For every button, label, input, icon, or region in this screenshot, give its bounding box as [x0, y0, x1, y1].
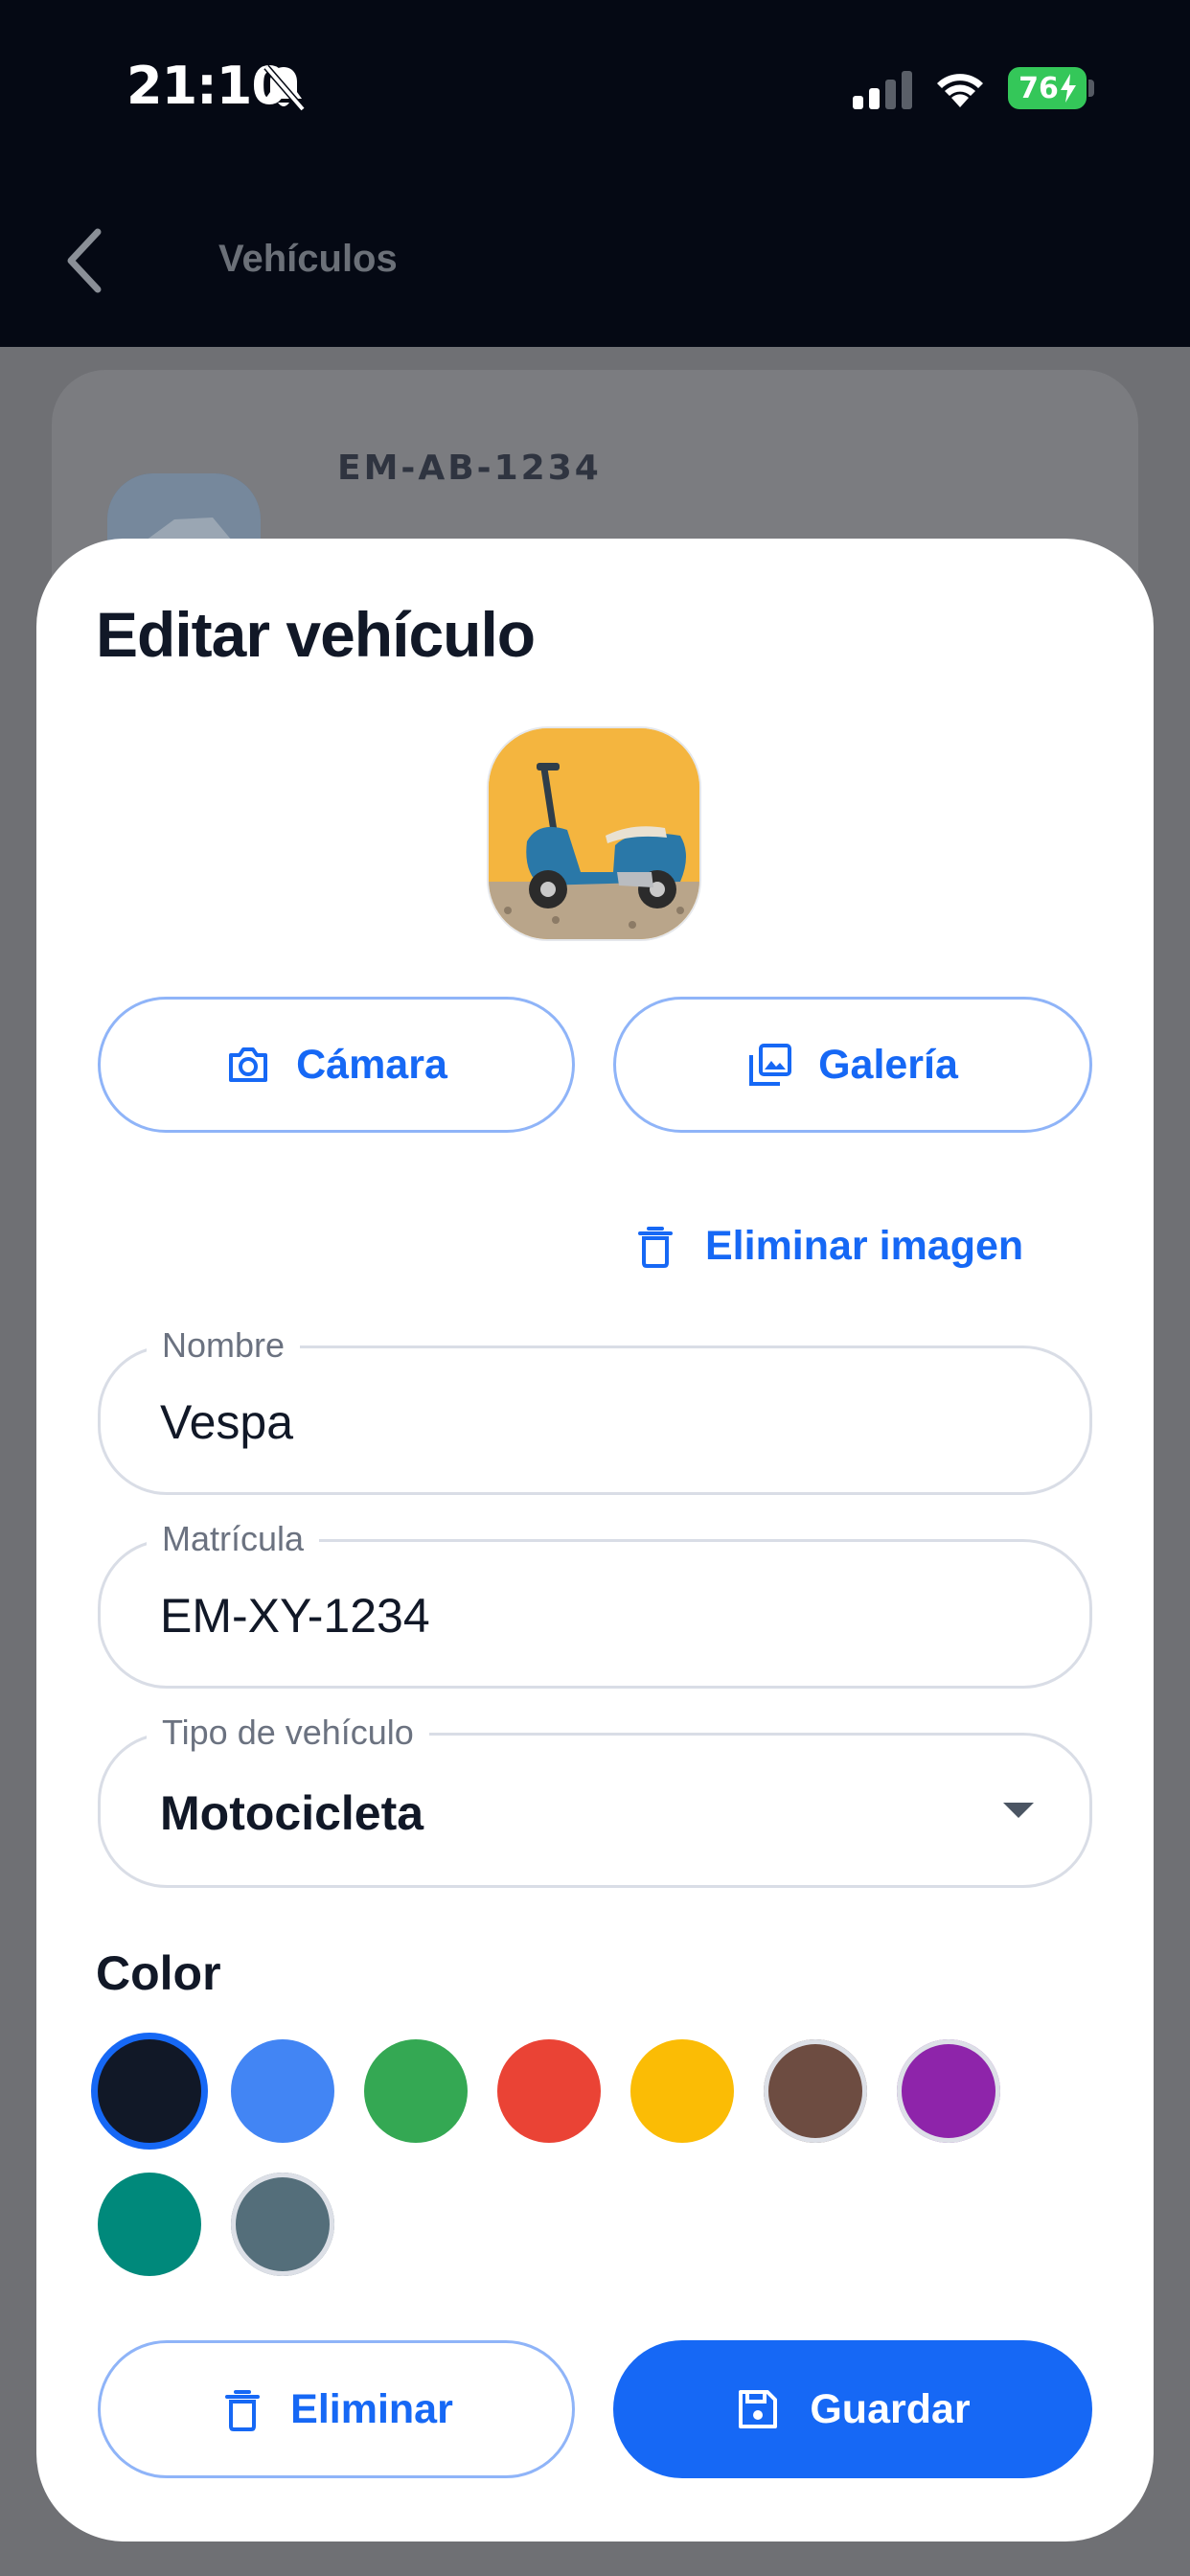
trash-icon: [225, 2390, 261, 2431]
delete-vehicle-button[interactable]: Eliminar: [98, 2340, 575, 2478]
delete-button-label: Eliminar: [290, 2385, 453, 2432]
scooter-image: [489, 728, 699, 939]
vehicle-photo[interactable]: [487, 726, 701, 941]
battery-level: 76: [1018, 71, 1059, 105]
color-swatch[interactable]: [231, 2173, 334, 2276]
plate-field-label: Matrícula: [147, 1513, 320, 1565]
camera-icon: [229, 1047, 268, 1082]
status-and-nav-bar: [0, 0, 1190, 347]
remove-image-label: Eliminar imagen: [705, 1222, 1024, 1269]
dropdown-caret-icon: [1003, 1803, 1034, 1818]
camera-button-label: Cámara: [296, 1041, 447, 1088]
name-field-value[interactable]: Vespa: [160, 1394, 293, 1450]
bell-off-icon: [263, 64, 306, 112]
wifi-icon: [937, 74, 983, 107]
save-button[interactable]: Guardar: [613, 2340, 1092, 2478]
color-swatch[interactable]: [630, 2039, 734, 2143]
vehicle-type-select[interactable]: Tipo de vehículo Motocicleta: [98, 1707, 1092, 1888]
remove-image-button[interactable]: Eliminar imagen: [632, 1215, 1023, 1276]
gallery-icon: [749, 1044, 792, 1086]
color-swatch[interactable]: [231, 2039, 334, 2143]
save-button-label: Guardar: [810, 2385, 971, 2432]
charging-bolt-icon: [1060, 74, 1076, 103]
gallery-button[interactable]: Galería: [613, 997, 1092, 1133]
vehicle-type-label: Tipo de vehículo: [147, 1707, 429, 1759]
back-chevron-icon[interactable]: [63, 226, 107, 295]
signal-icon: [853, 71, 912, 109]
color-swatch[interactable]: [98, 2173, 201, 2276]
plate-field-value[interactable]: EM-XY-1234: [160, 1588, 430, 1644]
color-section-title: Color: [96, 1946, 221, 2000]
color-swatch[interactable]: [897, 2039, 1000, 2143]
vehicle-list-plate: EM-AB-1234: [337, 448, 602, 488]
nav-title: Vehículos: [218, 238, 398, 280]
battery-indicator: 76: [1008, 67, 1087, 109]
camera-button[interactable]: Cámara: [98, 997, 575, 1133]
gallery-button-label: Galería: [818, 1041, 958, 1088]
name-field-label: Nombre: [147, 1320, 301, 1371]
sheet-title: Editar vehículo: [96, 599, 536, 670]
name-field[interactable]: Nombre Vespa: [98, 1320, 1092, 1495]
color-swatch[interactable]: [764, 2039, 867, 2143]
color-swatch[interactable]: [497, 2039, 601, 2143]
vehicle-type-value: Motocicleta: [160, 1786, 424, 1840]
color-swatch[interactable]: [364, 2039, 468, 2143]
battery-cap: [1088, 80, 1094, 97]
trash-icon: [638, 1227, 673, 1268]
save-icon: [739, 2390, 778, 2428]
color-swatch[interactable]: [98, 2039, 201, 2143]
plate-field[interactable]: Matrícula EM-XY-1234: [98, 1513, 1092, 1689]
